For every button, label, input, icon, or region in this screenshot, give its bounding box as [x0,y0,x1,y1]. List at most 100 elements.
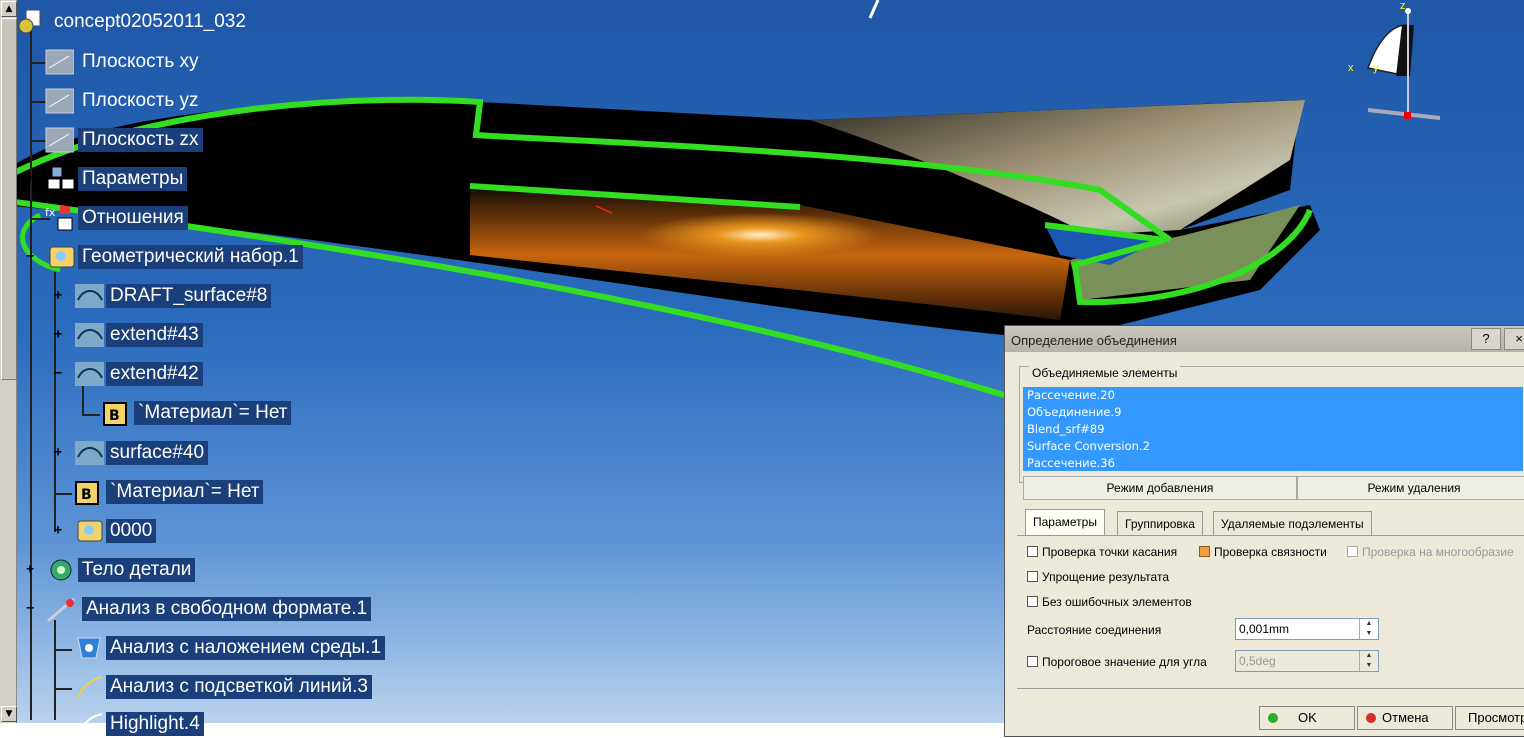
expand-plus-icon[interactable]: + [52,446,64,459]
simplify-checkbox[interactable]: Упрощение результата [1027,570,1169,584]
highlight-icon [77,713,103,735]
tree-item-extend-43[interactable]: + extend#43 [44,321,244,349]
tab-parameters[interactable]: Параметры [1025,509,1105,536]
surface-icon [75,284,104,308]
add-mode-button[interactable]: Режим добавления [1023,476,1297,500]
help-button[interactable]: ? [1471,328,1501,350]
tab-removed-subelements[interactable]: Удаляемые подэлементы [1213,511,1372,536]
svg-text:B: B [81,487,92,503]
checkbox-box[interactable] [1027,571,1038,582]
tree-item-material-1[interactable]: B `Материал`= Нет [100,399,320,427]
part-body-icon [50,559,72,581]
tree-label: Плоскость yz [82,90,199,111]
tree-item-extend-42[interactable]: − extend#42 [44,360,244,388]
list-item[interactable]: Рассечение.20 [1023,387,1523,404]
list-item[interactable]: Surface Conversion.2 [1023,438,1523,455]
tree-item-material-2[interactable]: B `Материал`= Нет [72,478,292,506]
surface-icon [75,323,104,347]
tree-item-plane-yz[interactable]: Плоскость yz [44,87,244,115]
ok-icon [1268,713,1278,723]
preview-button[interactable]: Просмотр [1455,706,1524,730]
tree-label: surface#40 [106,441,209,465]
svg-text:fx: fx [45,206,56,219]
merge-distance-value: 0,001mm [1239,622,1290,636]
tree-label: extend#43 [106,323,203,347]
join-definition-dialog[interactable]: Определение объединения ? × Объединяемые… [1004,325,1524,737]
geometrical-set-icon [49,246,75,268]
tree-item-freestyle-analysis[interactable]: − Анализ в свободном формате.1 [16,595,416,623]
merge-distance-field[interactable]: 0,001mm ▲ ▼ [1235,618,1379,640]
surface-icon [75,362,104,386]
checkbox-box[interactable] [1027,596,1038,607]
angle-threshold-checkbox[interactable]: Пороговое значение для угла [1027,655,1207,669]
scroll-thumb[interactable] [1,18,17,380]
checkbox-box[interactable] [1027,656,1038,667]
expand-plus-icon[interactable]: + [52,328,64,341]
spinner-arrows-icon[interactable]: ▲ ▼ [1359,619,1378,639]
tree-label: Анализ с наложением среды.1 [106,636,386,660]
remove-mode-button[interactable]: Режим удаления [1297,476,1524,500]
tree-item-surface-40[interactable]: + surface#40 [44,439,244,467]
collapse-minus-icon[interactable]: − [24,602,36,615]
ok-button[interactable]: OK [1259,706,1355,730]
spinner-arrows-icon[interactable]: ▲ ▼ [1359,651,1378,671]
expand-plus-icon[interactable]: + [52,524,64,537]
checkbox-box[interactable] [1027,546,1038,557]
expand-plus-icon[interactable]: + [52,289,64,302]
plane-icon [45,127,74,153]
collapse-minus-icon[interactable]: − [52,367,64,380]
tree-label: Параметры [78,167,188,191]
tree-item-relations[interactable]: fx Отношения [16,204,216,232]
tree-item-geometrical-set[interactable]: − Геометрический набор.1 [16,243,346,271]
tree-label: Highlight.4 [106,712,204,736]
surface-icon [75,441,104,465]
specification-tree: concept02052011_032 Плоскость xy Плоскос… [16,0,436,736]
angle-threshold-field[interactable]: 0,5deg ▲ ▼ [1235,650,1379,672]
check-connectivity-checkbox[interactable]: Проверка связности [1199,545,1327,559]
angle-threshold-value: 0,5deg [1239,654,1276,668]
tree-item-parameters[interactable]: + Параметры [16,165,216,193]
expand-plus-icon[interactable]: + [24,172,36,185]
scroll-up-arrow-icon[interactable]: ▲ [1,1,17,17]
tab-grouping[interactable]: Группировка [1117,511,1203,536]
tree-item-highlight-lines[interactable]: Анализ с подсветкой линий.3 [72,673,422,701]
analysis-icon [47,597,75,623]
check-manifold-checkbox[interactable]: Проверка на многообразие [1347,545,1514,559]
list-item[interactable]: Объединение.9 [1023,404,1523,421]
tree-item-plane-zx[interactable]: Плоскость zx [44,126,244,154]
tree-item-environment-mapping[interactable]: Анализ с наложением среды.1 [72,634,422,662]
list-item[interactable]: Рассечение.36 [1023,455,1523,472]
tree-item-0000[interactable]: + 0000 [44,517,244,545]
tree-item-highlight-4[interactable]: Highlight.4 [72,710,422,738]
compass-icon [1366,8,1441,120]
no-errors-checkbox[interactable]: Без ошибочных элементов [1027,595,1192,609]
expand-plus-icon[interactable]: + [24,563,36,576]
checkbox-box-checked[interactable] [1199,546,1210,557]
cancel-button[interactable]: Отмена [1357,706,1453,730]
tree-item-draft-surface[interactable]: + DRAFT_surface#8 [44,282,304,310]
tree-item-part-body[interactable]: + Тело детали [16,556,236,584]
compass-widget[interactable]: z x y [1340,0,1450,125]
checkbox-box[interactable] [1347,546,1358,557]
tree-item-plane-xy[interactable]: Плоскость xy [44,48,244,76]
tree-label: extend#42 [106,362,203,386]
collapse-minus-icon[interactable]: − [24,250,36,263]
tree-label: concept02052011_032 [54,11,246,32]
tree-root[interactable]: concept02052011_032 [16,8,316,36]
elements-list[interactable]: Рассечение.20 Объединение.9 Blend_srf#89… [1023,387,1523,471]
close-button[interactable]: × [1504,328,1524,350]
product-root-icon [18,9,41,34]
tree-scrollbar[interactable]: ▲ ▼ [0,0,17,723]
dialog-title-bar[interactable]: Определение объединения ? × [1005,326,1524,352]
tree-label: 0000 [106,519,157,543]
no-errors-label: Без ошибочных элементов [1042,595,1192,609]
plane-icon [45,49,74,75]
parameters-icon [47,166,75,190]
environment-mapping-icon [77,637,101,659]
tree-label: Плоскость zx [78,128,203,152]
highlight-lines-icon [77,674,103,698]
check-tangency-checkbox[interactable]: Проверка точки касания [1027,545,1177,559]
list-item[interactable]: Blend_srf#89 [1023,421,1523,438]
scroll-down-arrow-icon[interactable]: ▼ [1,706,17,722]
tree-label: Анализ в свободном формате.1 [82,597,372,621]
